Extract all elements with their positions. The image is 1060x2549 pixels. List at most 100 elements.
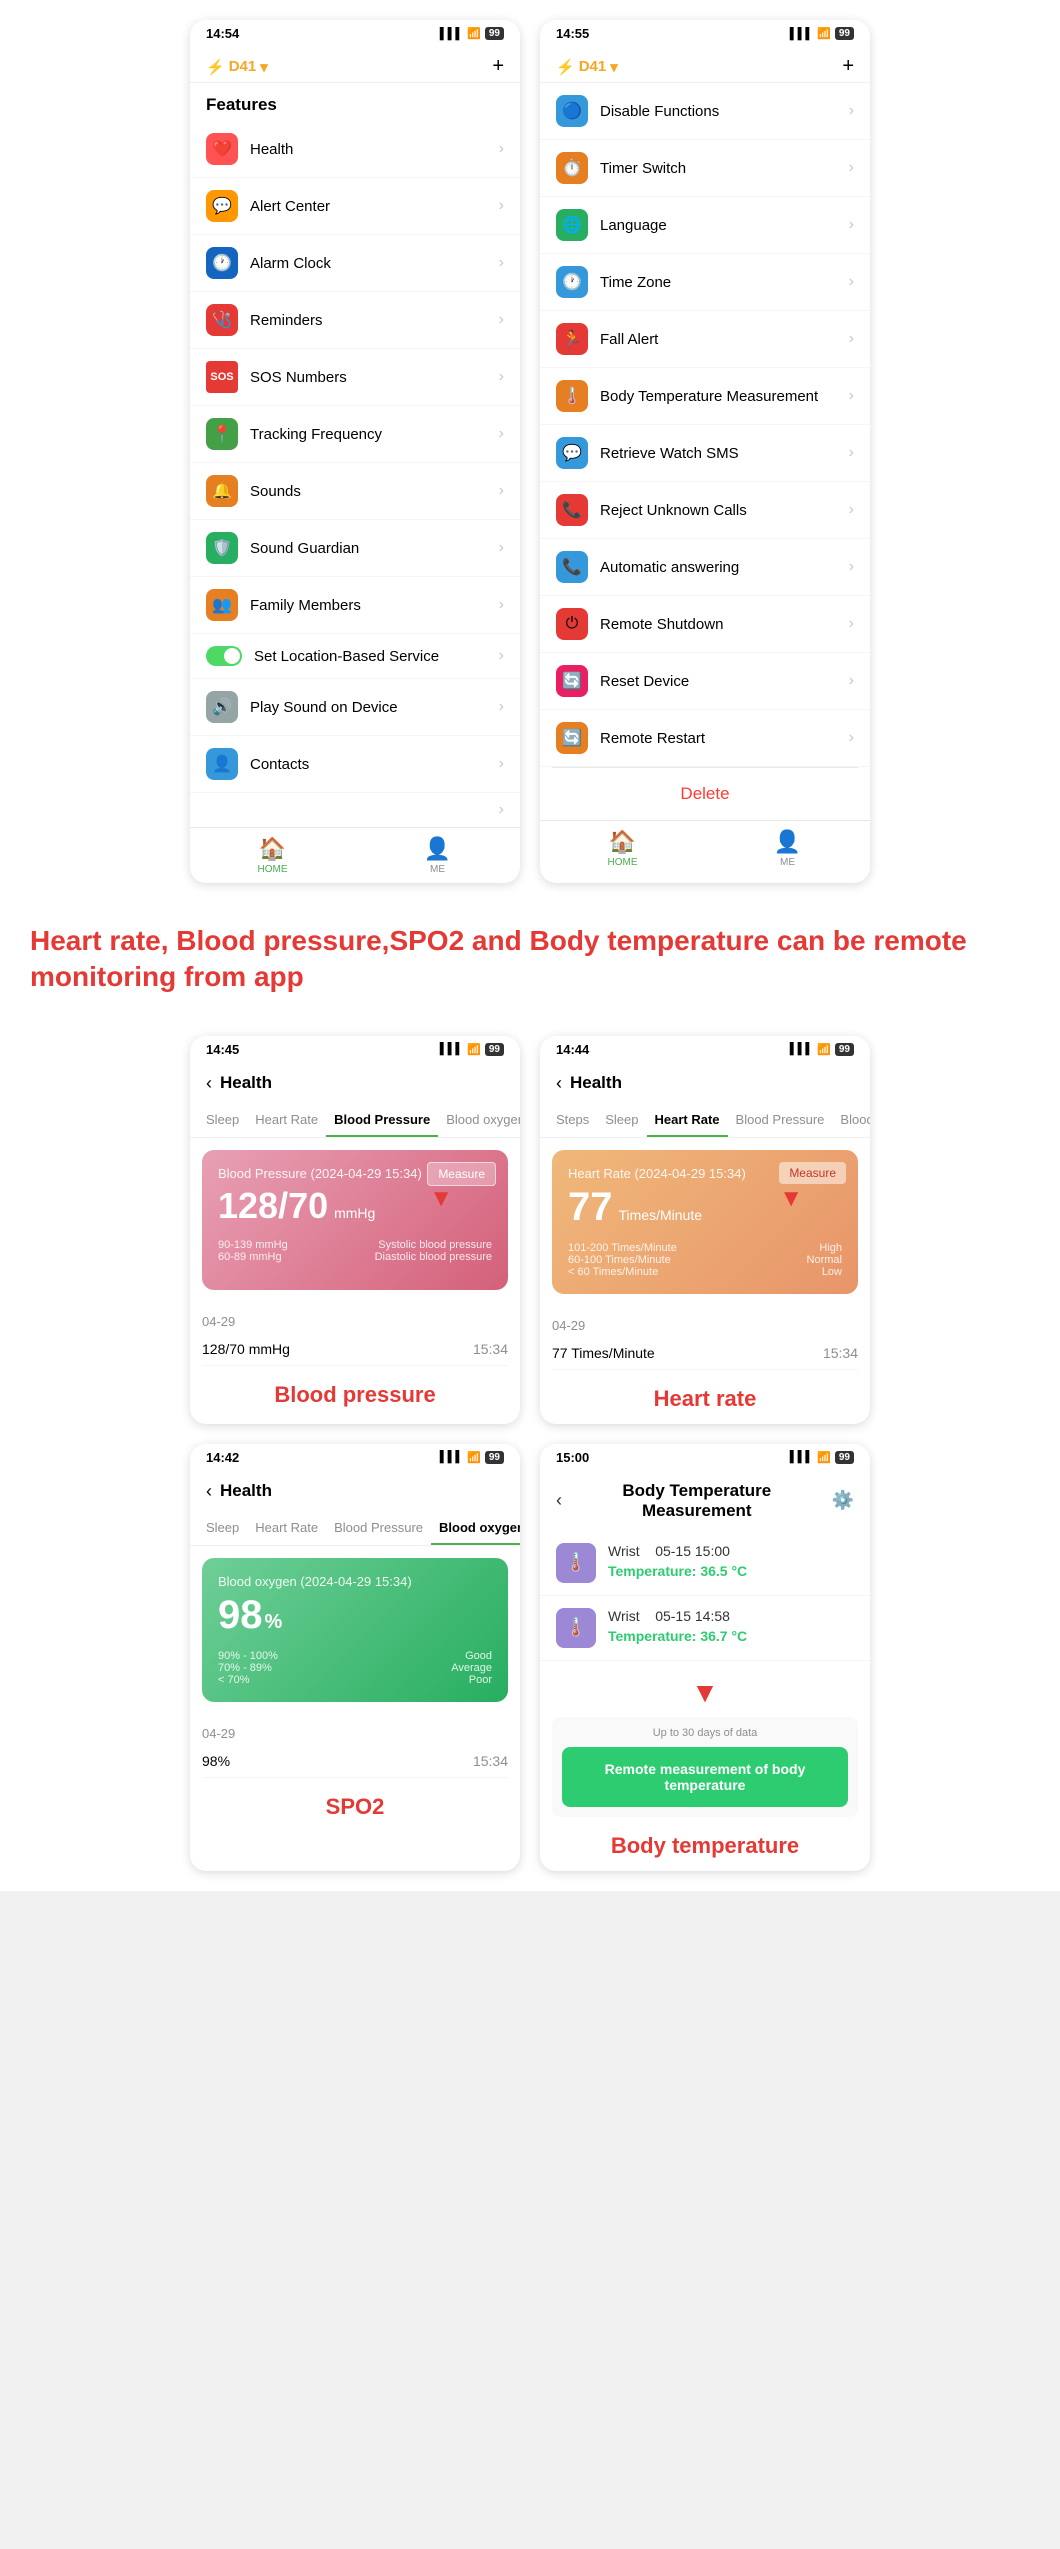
menu-item-location[interactable]: Set Location-Based Service ›: [190, 634, 520, 679]
menu-item-alert[interactable]: 💬 Alert Center ›: [190, 178, 520, 235]
chevron-reminders: ›: [499, 311, 504, 329]
menu-item-playsound[interactable]: 🔊 Play Sound on Device ›: [190, 679, 520, 736]
tab-bp-active[interactable]: Blood Pressure: [326, 1104, 438, 1137]
menu-item-timer[interactable]: ⏱️ Timer Switch ›: [540, 140, 870, 197]
phone-header-1: ⚡ D41 ▾ +: [190, 47, 520, 83]
temp-value-2: Temperature: 36.7 °C: [608, 1628, 854, 1644]
tab-o2-hr[interactable]: Blood o: [832, 1104, 870, 1137]
bodytemp-status-bar: 15:00 ▌▌▌ 📶 99: [540, 1444, 870, 1471]
menu-item-alarm[interactable]: 🕐 Alarm Clock ›: [190, 235, 520, 292]
temp-location-time-1: Wrist 05-15 15:00: [608, 1543, 854, 1559]
nav-home-1[interactable]: 🏠 HOME: [190, 836, 355, 875]
tab-bp-spo2[interactable]: Blood Pressure: [326, 1512, 431, 1545]
menu-item-reminders[interactable]: 🩺 Reminders ›: [190, 292, 520, 349]
menu-item-health[interactable]: ❤️ Health ›: [190, 121, 520, 178]
menu-item-fallalert[interactable]: 🏃 Fall Alert ›: [540, 311, 870, 368]
chevron-soundguardian: ›: [499, 539, 504, 557]
chevron-playsound: ›: [499, 698, 504, 716]
timer-icon: ⏱️: [556, 152, 588, 184]
tab-sleep-hr[interactable]: Sleep: [597, 1104, 646, 1137]
menu-item-remoterestart[interactable]: 🔄 Remote Restart ›: [540, 710, 870, 767]
hr-back-arrow[interactable]: ‹: [556, 1073, 562, 1094]
temp-value-1: Temperature: 36.5 °C: [608, 1563, 854, 1579]
chevron-language: ›: [849, 216, 854, 234]
chevron-health: ›: [499, 140, 504, 158]
menu-item-language[interactable]: 🌐 Language ›: [540, 197, 870, 254]
hr-status-bar: 14:44 ▌▌▌ 📶 99: [540, 1036, 870, 1063]
menu-item-sounds[interactable]: 🔔 Sounds ›: [190, 463, 520, 520]
bp-header: ‹ Health: [190, 1063, 520, 1104]
nav-me-2[interactable]: 👤 ME: [705, 829, 870, 868]
nav-home-2[interactable]: 🏠 HOME: [540, 829, 705, 868]
chevron-bodytemp: ›: [849, 387, 854, 405]
chevron-fallalert: ›: [849, 330, 854, 348]
chevron-sounds: ›: [499, 482, 504, 500]
temp-location-2: Wrist: [608, 1608, 640, 1624]
spo2-battery: 99: [485, 1451, 504, 1464]
menu-item-disable[interactable]: 🔵 Disable Functions ›: [540, 83, 870, 140]
hr-measure-button[interactable]: Measure: [779, 1162, 846, 1184]
menu-item-bodytemp[interactable]: 🌡️ Body Temperature Measurement ›: [540, 368, 870, 425]
menu-item-rejectcalls[interactable]: 📞 Reject Unknown Calls ›: [540, 482, 870, 539]
bodytemp-icon: 🌡️: [556, 380, 588, 412]
menu-item-contacts[interactable]: 👤 Contacts ›: [190, 736, 520, 793]
hr-data-time: 15:34: [823, 1345, 858, 1361]
hr-data-row-1: 77 Times/Minute 15:34: [552, 1337, 858, 1370]
tab-sleep-spo2[interactable]: Sleep: [198, 1512, 247, 1545]
temp-info-2: Wrist 05-15 14:58 Temperature: 36.7 °C: [608, 1608, 854, 1644]
spo2-header: ‹ Health: [190, 1471, 520, 1512]
menu-item-tracking[interactable]: 📍 Tracking Frequency ›: [190, 406, 520, 463]
bp-screen: 14:45 ▌▌▌ 📶 99 ‹ Health Sleep Heart Rate…: [190, 1036, 520, 1424]
phone-screen-1: 14:54 ▌▌▌ 📶 99 ⚡ D41 ▾ + Features ❤️ Hea…: [190, 20, 520, 883]
tab-steps-hr[interactable]: Steps: [548, 1104, 597, 1137]
bp-range-systolic-val: 90-139 mmHg: [218, 1239, 288, 1251]
spo2-back-arrow[interactable]: ‹: [206, 1481, 212, 1502]
bp-measure-button[interactable]: Measure: [427, 1162, 496, 1186]
home-label-1: HOME: [258, 864, 288, 875]
tab-sleep-bp[interactable]: Sleep: [198, 1104, 247, 1137]
menu-item-sos[interactable]: SOS SOS Numbers ›: [190, 349, 520, 406]
menu-label-soundguardian: Sound Guardian: [250, 540, 499, 557]
menu-item-autoanswer[interactable]: 📞 Automatic answering ›: [540, 539, 870, 596]
bp-back-arrow[interactable]: ‹: [206, 1073, 212, 1094]
menu-item-retrievesms[interactable]: 💬 Retrieve Watch SMS ›: [540, 425, 870, 482]
bp-value: 128/70: [218, 1185, 328, 1227]
spo2-range-avg-label: Average: [451, 1662, 492, 1674]
menu-label-autoanswer: Automatic answering: [600, 559, 849, 576]
spo2-data-date: 04-29: [202, 1722, 508, 1745]
spo2-data-row-1: 98% 15:34: [202, 1745, 508, 1778]
bodytemp-settings-icon[interactable]: ⚙️: [832, 1490, 854, 1511]
bodytemp-back-arrow[interactable]: ‹: [556, 1490, 562, 1511]
menu-item-family[interactable]: 👥 Family Members ›: [190, 577, 520, 634]
hr-range-normal-val: 60-100 Times/Minute: [568, 1254, 671, 1266]
temp-icon-1: 🌡️: [556, 1543, 596, 1583]
banner-text: Heart rate, Blood pressure,SPO2 and Body…: [30, 923, 1030, 996]
tab-o2-active[interactable]: Blood oxygen: [431, 1512, 520, 1545]
sounds-icon: 🔔: [206, 475, 238, 507]
temp-item-2: 🌡️ Wrist 05-15 14:58 Temperature: 36.7 °…: [540, 1596, 870, 1661]
location-toggle[interactable]: [206, 646, 242, 666]
add-icon-1[interactable]: +: [492, 55, 504, 78]
tab-o2-bp[interactable]: Blood oxygen: [438, 1104, 520, 1137]
delete-button[interactable]: Delete: [540, 768, 870, 820]
menu-item-shutdown[interactable]: ⏻ Remote Shutdown ›: [540, 596, 870, 653]
tab-hr-active[interactable]: Heart Rate: [647, 1104, 728, 1137]
add-icon-2[interactable]: +: [842, 55, 854, 78]
timezone-icon: 🕐: [556, 266, 588, 298]
bodytemp-wifi: 📶: [817, 1451, 831, 1464]
bodytemp-signal: ▌▌▌: [790, 1451, 813, 1463]
remote-measure-button[interactable]: Remote measurement of body temperature: [562, 1747, 848, 1807]
nav-me-1[interactable]: 👤 ME: [355, 836, 520, 875]
menu-item-resetdevice[interactable]: 🔄 Reset Device ›: [540, 653, 870, 710]
phone-header-2: ⚡ D41 ▾ +: [540, 47, 870, 83]
menu-label-retrievesms: Retrieve Watch SMS: [600, 445, 849, 462]
bp-time: 14:45: [206, 1042, 239, 1057]
me-label-1: ME: [430, 864, 445, 875]
tab-bp-hr[interactable]: Blood Pressure: [728, 1104, 833, 1137]
menu-item-timezone[interactable]: 🕐 Time Zone ›: [540, 254, 870, 311]
menu-item-soundguardian[interactable]: 🛡️ Sound Guardian ›: [190, 520, 520, 577]
hr-signal: ▌▌▌: [790, 1043, 813, 1055]
bp-range-systolic: 90-139 mmHg Systolic blood pressure: [218, 1239, 492, 1251]
tab-heartrate-bp[interactable]: Heart Rate: [247, 1104, 326, 1137]
tab-hr-spo2[interactable]: Heart Rate: [247, 1512, 326, 1545]
